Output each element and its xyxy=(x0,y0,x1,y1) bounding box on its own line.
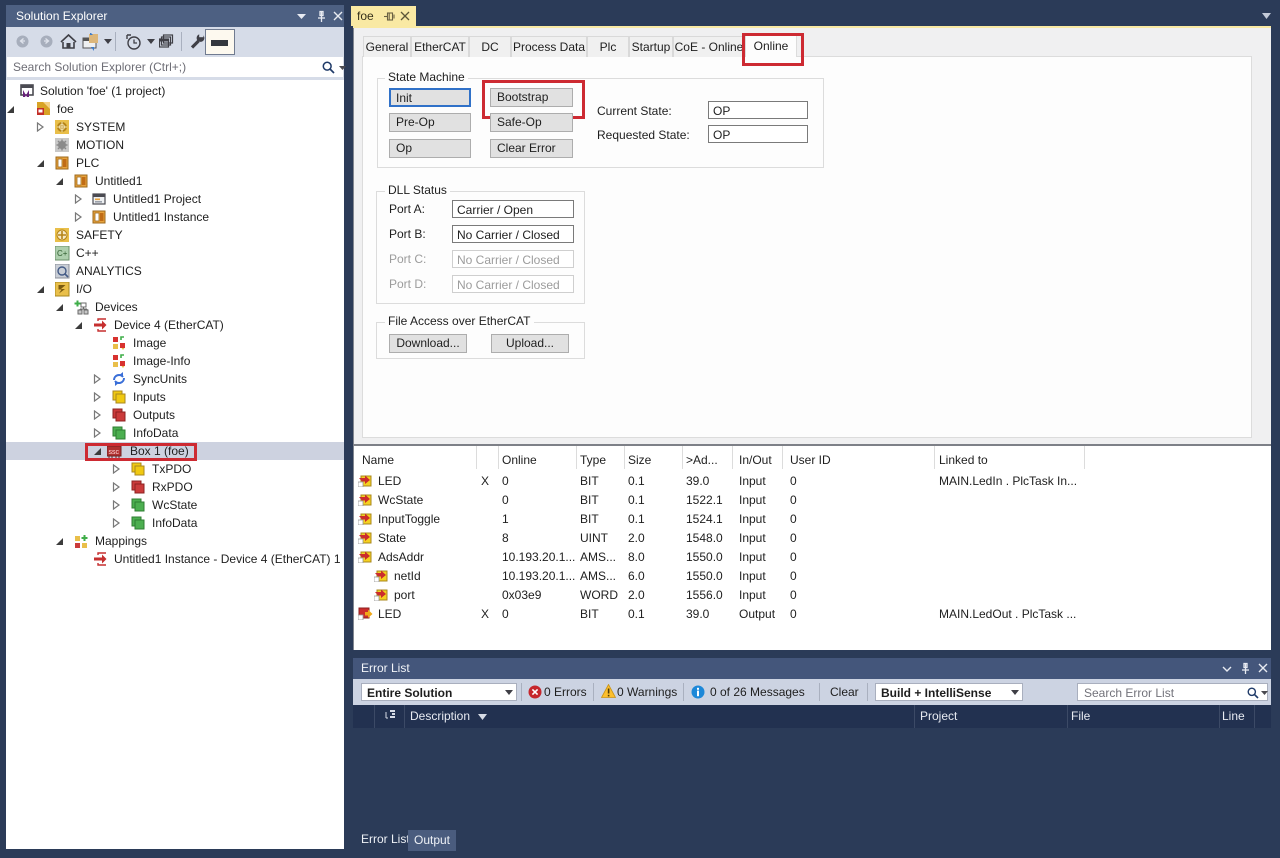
svg-text:C+: C+ xyxy=(57,249,68,258)
